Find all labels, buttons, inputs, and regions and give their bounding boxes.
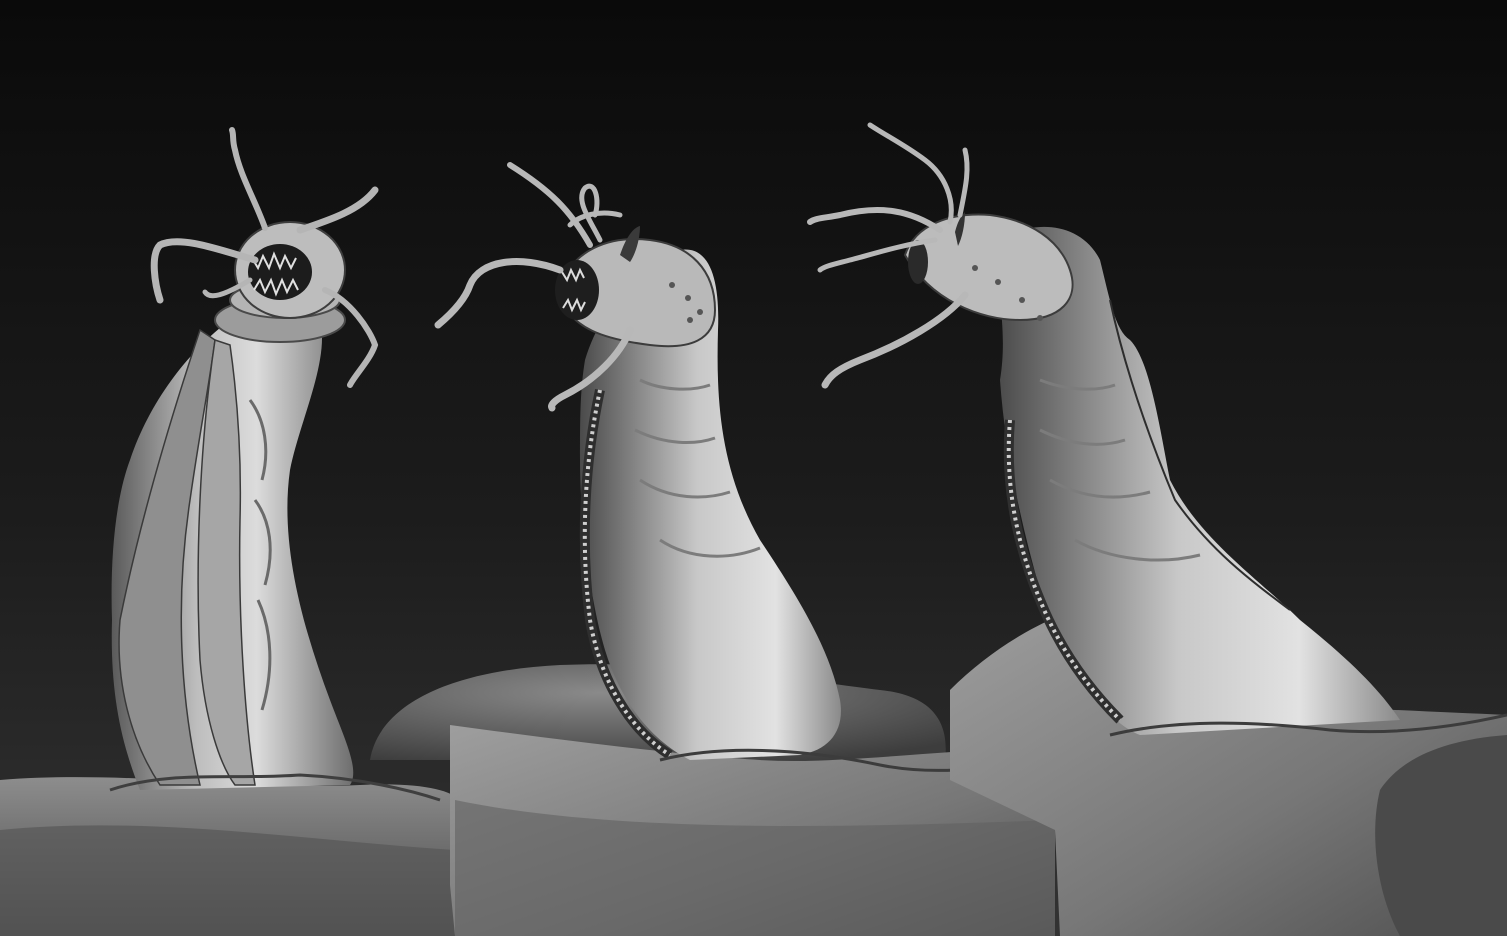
render-canvas bbox=[0, 0, 1507, 936]
sculpt-viewport bbox=[0, 0, 1507, 936]
